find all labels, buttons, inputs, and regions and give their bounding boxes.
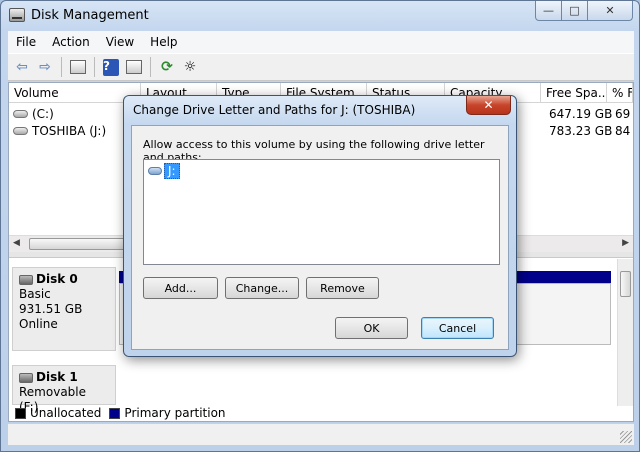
menu-file[interactable]: File xyxy=(8,35,44,49)
window-title: Disk Management xyxy=(31,8,149,23)
disk-icon xyxy=(19,372,33,383)
legend-primary-partition: Primary partition xyxy=(124,406,226,420)
caption-buttons: — □ ✕ xyxy=(535,1,633,21)
toolbar-separator xyxy=(94,57,95,77)
column-header-percent-free[interactable]: % F xyxy=(607,83,633,103)
toolbar: ⇦ ⇨ ? ⟳ ☼ xyxy=(8,53,634,81)
disk-status: Online xyxy=(19,317,58,331)
change-drive-letter-dialog: Change Drive Letter and Paths for J: (TO… xyxy=(123,95,517,357)
legend-unallocated: Unallocated xyxy=(30,406,102,420)
dialog-body: Allow access to this volume by using the… xyxy=(131,125,509,350)
help-icon[interactable]: ? xyxy=(101,57,121,77)
remove-button[interactable]: Remove xyxy=(306,277,379,299)
vertical-scrollbar[interactable] xyxy=(617,259,633,406)
disk-size: 931.51 GB xyxy=(19,302,83,316)
disk-name: Disk 1 xyxy=(36,370,78,384)
volume-percent-free: 84 xyxy=(615,124,631,138)
title-bar[interactable]: Disk Management — □ ✕ xyxy=(1,1,639,31)
scroll-left-icon[interactable]: ◀ xyxy=(13,238,20,248)
maximize-button[interactable]: □ xyxy=(562,1,588,21)
back-arrow-icon[interactable]: ⇦ xyxy=(12,57,32,77)
menu-action[interactable]: Action xyxy=(44,35,98,49)
primary-partition-swatch xyxy=(109,407,121,419)
scroll-thumb[interactable] xyxy=(29,238,129,250)
close-button[interactable]: ✕ xyxy=(588,1,633,21)
forward-arrow-icon[interactable]: ⇨ xyxy=(35,57,55,77)
disk-type: Basic xyxy=(19,287,51,301)
cancel-button[interactable]: Cancel xyxy=(421,317,494,339)
volume-percent-free: 69 xyxy=(615,107,631,121)
path-item-label: J: xyxy=(164,163,180,179)
drive-path-list[interactable]: J: xyxy=(143,159,500,265)
menu-help[interactable]: Help xyxy=(142,35,185,49)
change-button[interactable]: Change... xyxy=(225,277,299,299)
scroll-right-icon[interactable]: ▶ xyxy=(622,238,629,248)
dialog-title: Change Drive Letter and Paths for J: (TO… xyxy=(133,103,416,117)
drive-icon xyxy=(148,167,162,175)
legend: Unallocated Primary partition xyxy=(9,405,633,421)
toolbar-separator xyxy=(61,57,62,77)
volume-free-space: 647.19 GB xyxy=(549,107,613,121)
disk-1-label[interactable]: Disk 1 Removable (F:) xyxy=(12,365,116,414)
volume-name: (C:) xyxy=(32,107,54,121)
resize-grip-icon[interactable] xyxy=(620,431,632,443)
toolbar-separator xyxy=(150,57,151,77)
minimize-button[interactable]: — xyxy=(535,1,562,21)
properties-icon[interactable] xyxy=(124,57,144,77)
status-bar xyxy=(8,423,634,445)
column-header-free-space[interactable]: Free Spa... xyxy=(541,83,607,103)
refresh-icon[interactable]: ⟳ xyxy=(157,57,177,77)
add-button[interactable]: Add... xyxy=(143,277,218,299)
scroll-thumb[interactable] xyxy=(620,271,631,297)
column-header-volume[interactable]: Volume xyxy=(9,83,141,103)
drive-icon xyxy=(13,110,28,118)
disk-icon xyxy=(19,274,33,285)
rescan-disks-icon[interactable]: ☼ xyxy=(180,57,200,77)
console-tree-icon[interactable] xyxy=(68,57,88,77)
volume-name: TOSHIBA (J:) xyxy=(32,124,107,138)
unallocated-swatch xyxy=(15,407,26,419)
menu-view[interactable]: View xyxy=(98,35,142,49)
drive-icon xyxy=(13,127,28,135)
disk-name: Disk 0 xyxy=(36,272,78,286)
volume-free-space: 783.23 GB xyxy=(549,124,613,138)
menu-bar: File Action View Help xyxy=(8,31,634,53)
ok-button[interactable]: OK xyxy=(335,317,408,339)
list-item[interactable]: J: xyxy=(148,163,180,179)
disk-0-label[interactable]: Disk 0 Basic 931.51 GB Online xyxy=(12,267,116,351)
dialog-close-button[interactable]: ✕ xyxy=(466,96,511,115)
disk-management-icon xyxy=(9,8,25,22)
